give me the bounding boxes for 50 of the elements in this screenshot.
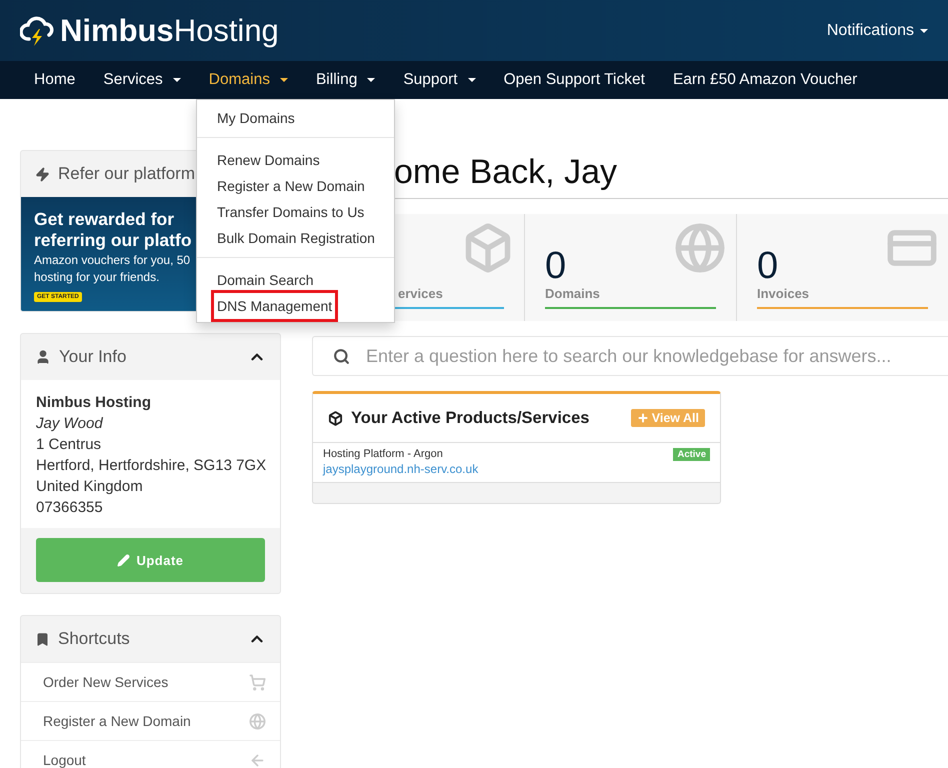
nav-item[interactable]: Domains bbox=[194, 71, 302, 89]
banner-text: Amazon vouchers for you, 50 bbox=[34, 253, 190, 268]
address-line: Hertford, Hertfordshire, SG13 7GX bbox=[36, 456, 265, 476]
address-line: 1 Centrus bbox=[36, 435, 102, 455]
caret-icon bbox=[920, 28, 928, 32]
globe-icon bbox=[249, 712, 266, 730]
status-label: Active bbox=[673, 448, 710, 461]
panel-title: Your Info bbox=[35, 347, 126, 367]
shortcut-link[interactable]: Register a New Domain bbox=[21, 701, 280, 740]
stat-count: 0 bbox=[757, 246, 780, 286]
address-line: Nimbus Hosting bbox=[36, 393, 152, 413]
menu-item[interactable]: My Domains bbox=[214, 105, 298, 131]
address-line: Jay Wood bbox=[36, 414, 104, 434]
shortcut-link[interactable]: Order New Services bbox=[21, 662, 280, 701]
card-title: Your Active Products/Services bbox=[328, 408, 590, 428]
address-line: 07366355 bbox=[36, 498, 104, 518]
nav-item[interactable]: Support bbox=[389, 71, 490, 89]
pencil-icon bbox=[117, 554, 130, 566]
product-name: Hosting Platform - Argon bbox=[323, 448, 444, 460]
banner-headline: referring our platfo bbox=[34, 230, 192, 251]
nav-item[interactable]: Home bbox=[20, 71, 90, 89]
stat-tile[interactable]: 0 Invoices bbox=[736, 214, 948, 321]
banner-headline: Get rewarded for bbox=[34, 209, 174, 230]
cart-icon bbox=[249, 674, 266, 690]
panel-title: Refer our platform bbox=[35, 164, 195, 184]
back-icon bbox=[249, 752, 266, 768]
cloud-logo-icon bbox=[20, 14, 56, 46]
search-field[interactable]: Enter a question here to search our knowledgebase for answers... bbox=[312, 336, 948, 376]
stat-label: Domains bbox=[545, 286, 600, 303]
nav-item[interactable]: Billing bbox=[302, 71, 390, 89]
search-icon bbox=[333, 348, 350, 364]
nav-item[interactable]: Open Support Ticket bbox=[490, 71, 659, 89]
shortcut-link[interactable]: Logout bbox=[21, 740, 280, 768]
notifications-menu[interactable]: Notifications bbox=[826, 22, 928, 40]
globe-icon bbox=[674, 222, 726, 274]
stat-label: Invoices bbox=[757, 286, 810, 303]
panel-title: Shortcuts bbox=[35, 629, 130, 649]
banner-text: hosting for your friends. bbox=[34, 270, 160, 285]
stat-count: 0 bbox=[545, 246, 568, 286]
address-line: United Kingdom bbox=[36, 477, 144, 497]
nav-item[interactable]: Services bbox=[89, 71, 195, 89]
stat-tile[interactable]: 0 Domains bbox=[524, 214, 736, 321]
bookmark-icon bbox=[35, 632, 50, 646]
box-icon bbox=[328, 410, 343, 426]
logo-wordmark[interactable]: NimbusHosting bbox=[60, 12, 279, 48]
stat-label: ervices bbox=[398, 286, 443, 303]
user-icon bbox=[35, 349, 51, 365]
lightning-icon bbox=[35, 166, 50, 182]
nav-item[interactable]: Earn £50 Amazon Voucher bbox=[658, 71, 872, 89]
plus-icon bbox=[636, 412, 649, 424]
